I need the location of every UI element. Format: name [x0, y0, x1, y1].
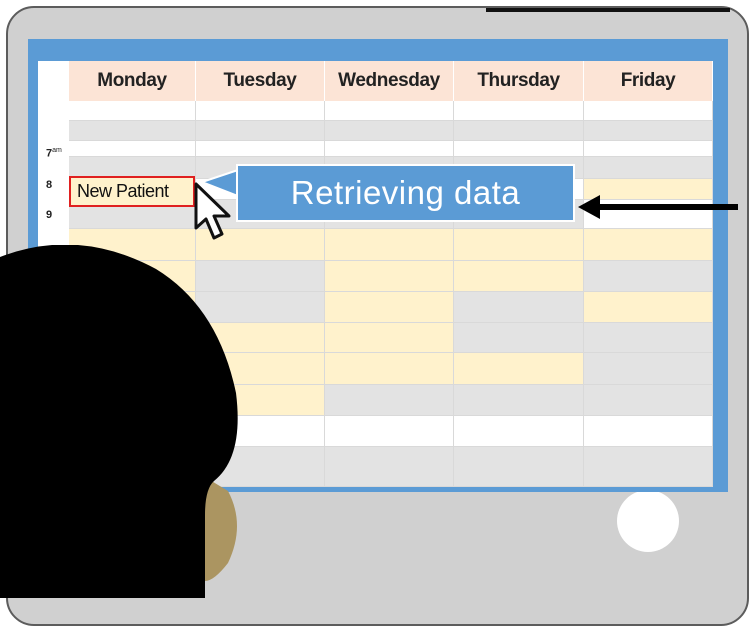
calendar-slot[interactable] [325, 101, 454, 121]
calendar-header: Monday Tuesday Wednesday Thursday Friday [38, 61, 713, 101]
calendar-slot[interactable] [325, 416, 454, 447]
calendar-slot[interactable] [584, 121, 713, 141]
day-header-thursday[interactable]: Thursday [454, 61, 584, 101]
calendar-slot[interactable] [325, 323, 454, 353]
calendar-slot[interactable] [196, 121, 325, 141]
calendar-slot[interactable] [196, 141, 325, 157]
calendar-slot[interactable] [325, 261, 454, 292]
calendar-slot[interactable] [325, 292, 454, 323]
calendar-slot[interactable] [454, 385, 584, 416]
calendar-slot[interactable] [196, 101, 325, 121]
person-silhouette [0, 245, 238, 598]
day-header-wednesday[interactable]: Wednesday [325, 61, 454, 101]
calendar-slot[interactable] [584, 353, 713, 385]
calendar-slot[interactable] [584, 261, 713, 292]
calendar-slot[interactable] [584, 141, 713, 157]
appointment-new-patient[interactable]: New Patient [69, 176, 195, 207]
calendar-slot[interactable] [584, 101, 713, 121]
calendar-slot[interactable] [584, 323, 713, 353]
time-label-8: 8 [46, 179, 53, 191]
calendar-slot[interactable] [454, 261, 584, 292]
calendar-slot[interactable] [325, 141, 454, 157]
calendar-slot[interactable] [584, 229, 713, 261]
calendar-slot[interactable] [454, 121, 584, 141]
calendar-slot[interactable] [325, 121, 454, 141]
calendar-slot[interactable] [584, 385, 713, 416]
calendar-slot[interactable] [454, 353, 584, 385]
mouse-pointer-icon [194, 182, 231, 240]
calendar-slot[interactable] [325, 353, 454, 385]
calendar-slot[interactable] [454, 141, 584, 157]
calendar-slot[interactable] [584, 416, 713, 447]
time-label-9: 9 [46, 209, 53, 221]
calendar-slot[interactable] [325, 229, 454, 261]
calendar-slot[interactable] [69, 141, 196, 157]
calendar-slot[interactable] [454, 447, 584, 487]
home-button[interactable] [617, 490, 679, 552]
calendar-slot[interactable] [454, 229, 584, 261]
calendar-slot[interactable] [454, 416, 584, 447]
calendar-slot[interactable] [584, 157, 713, 179]
device-top-bar [486, 8, 730, 12]
calendar-slot[interactable] [325, 447, 454, 487]
day-header-tuesday[interactable]: Tuesday [196, 61, 325, 101]
time-label-7am: 7am [46, 147, 62, 160]
calendar-slot[interactable] [454, 292, 584, 323]
calendar-slot[interactable] [584, 292, 713, 323]
calendar-slot[interactable] [69, 101, 196, 121]
calendar-slot[interactable] [454, 101, 584, 121]
calendar-slot[interactable] [325, 385, 454, 416]
day-header-monday[interactable]: Monday [69, 61, 196, 101]
status-callout: Retrieving data [236, 164, 575, 222]
day-header-friday[interactable]: Friday [584, 61, 713, 101]
calendar-slot[interactable] [69, 121, 196, 141]
left-arrow-icon [578, 195, 738, 219]
calendar-slot[interactable] [454, 323, 584, 353]
time-column-header [38, 61, 69, 101]
calendar-slot[interactable] [584, 447, 713, 487]
illustration: Monday Tuesday Wednesday Thursday Friday… [0, 0, 749, 626]
